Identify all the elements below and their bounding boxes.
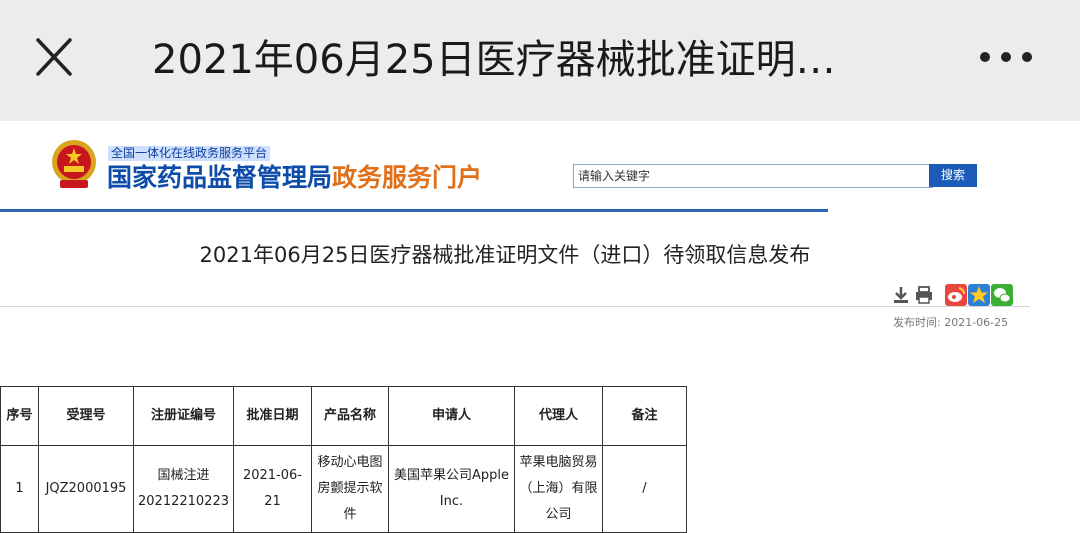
table-cell: JQZ2000195 (38, 445, 134, 533)
table-cell: 国械注进20212210223 (133, 445, 234, 533)
column-header: 产品名称 (310, 386, 389, 446)
article-title: 2021年06月25日医疗器械批准证明文件（进口）待领取信息发布 (199, 243, 811, 267)
column-header: 代理人 (513, 386, 603, 446)
table-cell: 美国苹果公司Apple Inc. (387, 445, 515, 533)
table-cell: 1 (0, 445, 39, 533)
site-suffix: 政务服务门户 (332, 163, 483, 192)
search-button[interactable]: 搜索 (929, 164, 977, 187)
table-header-row: 序号 受理号 注册证编号 批准日期 产品名称 申请人 代理人 备注 (0, 386, 687, 446)
column-header: 申请人 (387, 386, 515, 446)
table-cell: / (601, 445, 687, 533)
column-header: 注册证编号 (133, 386, 234, 446)
download-icon (894, 287, 908, 303)
more-icon (980, 52, 1032, 62)
publish-date-value: 2021-06-25 (944, 316, 1009, 329)
site-name: 国家药品监督管理局 (107, 163, 333, 192)
more-button[interactable] (976, 42, 1036, 72)
publish-label: 发布时间: (893, 316, 941, 329)
header-divider (0, 209, 828, 212)
download-button[interactable] (890, 284, 912, 306)
close-button[interactable] (30, 36, 78, 80)
table-cell: 苹果电脑贸易（上海）有限公司 (513, 445, 603, 533)
table-row: 1 JQZ2000195 国械注进20212210223 2021-06-21 … (0, 445, 687, 533)
weibo-icon (948, 287, 966, 302)
close-icon (36, 38, 72, 76)
wechat-icon (994, 288, 1011, 303)
platform-label[interactable]: 全国一体化在线政务服务平台 (108, 146, 271, 161)
column-header: 序号 (0, 386, 39, 446)
site-title[interactable]: 国家药品监督管理局政务服务门户 (107, 162, 482, 194)
title-divider (0, 306, 1030, 307)
print-button[interactable] (913, 284, 935, 306)
table-cell: 2021-06-21 (232, 445, 312, 533)
qzone-share-button[interactable] (968, 284, 990, 306)
wechat-share-button[interactable] (991, 284, 1013, 306)
emblem-icon (50, 138, 98, 190)
approval-table: 序号 受理号 注册证编号 批准日期 产品名称 申请人 代理人 备注 1 JQZ2… (0, 386, 687, 533)
column-header: 受理号 (38, 386, 134, 446)
search-input[interactable]: 请输入关键字 (573, 164, 933, 188)
qzone-icon (970, 286, 988, 303)
article-toolbar (890, 284, 1020, 306)
weibo-share-button[interactable] (945, 284, 967, 306)
print-icon (916, 286, 932, 304)
publish-date: 发布时间: 2021-06-25 (893, 314, 1008, 332)
column-header: 批准日期 (232, 386, 312, 446)
table-cell: 移动心电图房颤提示软件 (310, 445, 389, 533)
page-title: 2021年06月25日医疗器械批准证明… (152, 37, 836, 83)
column-header: 备注 (601, 386, 687, 446)
top-bar: 2021年06月25日医疗器械批准证明… (0, 0, 1080, 121)
